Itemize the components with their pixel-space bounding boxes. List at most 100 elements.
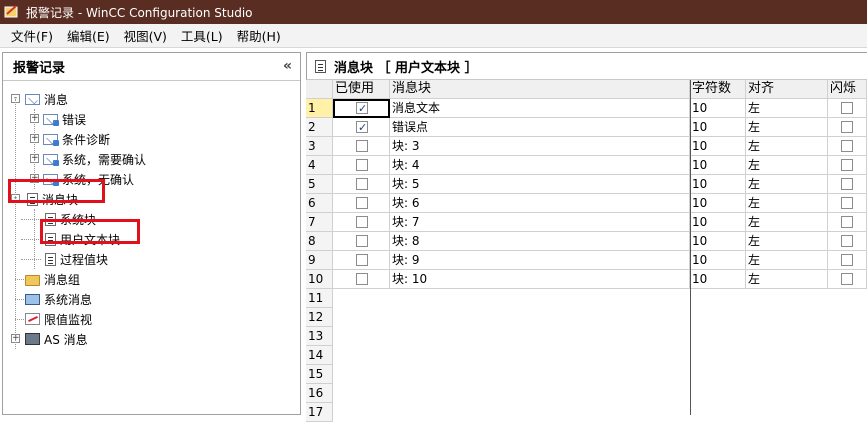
alignment-cell[interactable]: 左 — [746, 118, 828, 137]
alignment-cell[interactable]: 左 — [746, 270, 828, 289]
used-checkbox[interactable] — [356, 197, 368, 209]
blink-cell[interactable] — [828, 213, 867, 232]
column-header[interactable]: 闪烁 — [828, 80, 867, 99]
blink-checkbox[interactable] — [841, 254, 853, 266]
row-number[interactable]: 13 — [306, 327, 333, 346]
char-count-cell[interactable]: 10 — [690, 118, 746, 137]
message-block-name[interactable]: 块: 4 — [390, 156, 690, 175]
blink-checkbox[interactable] — [841, 121, 853, 133]
row-number[interactable]: 10 — [306, 270, 333, 289]
menu-help[interactable]: 帮助(H) — [230, 26, 288, 45]
alignment-cell[interactable]: 左 — [746, 232, 828, 251]
alignment-cell[interactable]: 左 — [746, 156, 828, 175]
tree-item[interactable]: 过程值块 — [43, 249, 108, 269]
table-row[interactable]: 12 — [306, 308, 867, 327]
blink-cell[interactable] — [828, 118, 867, 137]
used-cell[interactable] — [333, 175, 390, 194]
char-count-cell[interactable]: 10 — [690, 175, 746, 194]
used-cell[interactable] — [333, 270, 390, 289]
row-number[interactable]: 11 — [306, 289, 333, 308]
used-cell[interactable] — [333, 232, 390, 251]
tree-item[interactable]: 系统，无确认 — [43, 169, 134, 189]
used-checkbox[interactable] — [356, 235, 368, 247]
blink-cell[interactable] — [828, 194, 867, 213]
used-cell[interactable] — [333, 99, 390, 118]
row-number[interactable]: 2 — [306, 118, 333, 137]
column-header[interactable]: 对齐 — [746, 80, 828, 99]
alignment-cell[interactable]: 左 — [746, 194, 828, 213]
table-row[interactable]: 9 块: 9 10 左 — [306, 251, 867, 270]
menu-view[interactable]: 视图(V) — [117, 26, 174, 45]
tree-item[interactable]: 系统，需要确认 — [43, 149, 146, 169]
used-cell[interactable] — [333, 194, 390, 213]
char-count-cell[interactable]: 10 — [690, 99, 746, 118]
collapse-panel-button[interactable]: « — [283, 58, 292, 74]
table-row[interactable]: 17 — [306, 403, 867, 422]
row-number[interactable]: 12 — [306, 308, 333, 327]
table-row[interactable]: 8 块: 8 10 左 — [306, 232, 867, 251]
blink-cell[interactable] — [828, 270, 867, 289]
table-row[interactable]: 15 — [306, 365, 867, 384]
alignment-cell[interactable]: 左 — [746, 137, 828, 156]
table-row[interactable]: 6 块: 6 10 左 — [306, 194, 867, 213]
table-row[interactable]: 10 块: 10 10 左 — [306, 270, 867, 289]
tree-item[interactable]: 消息组 — [25, 269, 80, 289]
table-row[interactable]: 4 块: 4 10 左 — [306, 156, 867, 175]
used-cell[interactable] — [333, 213, 390, 232]
used-cell[interactable] — [333, 156, 390, 175]
blink-checkbox[interactable] — [841, 273, 853, 285]
menu-edit[interactable]: 编辑(E) — [60, 26, 117, 45]
blink-cell[interactable] — [828, 156, 867, 175]
used-cell[interactable] — [333, 137, 390, 156]
tree-item[interactable]: 条件诊断 — [43, 129, 110, 149]
table-row[interactable]: 3 块: 3 10 左 — [306, 137, 867, 156]
blink-checkbox[interactable] — [841, 216, 853, 228]
blink-checkbox[interactable] — [841, 102, 853, 114]
used-checkbox[interactable] — [356, 100, 368, 117]
used-checkbox[interactable] — [356, 140, 368, 152]
tree-item[interactable]: 系统消息 — [25, 289, 92, 309]
message-block-name[interactable]: 块: 6 — [390, 194, 690, 213]
row-number[interactable]: 7 — [306, 213, 333, 232]
row-number[interactable]: 1 — [306, 99, 333, 118]
tree-item[interactable]: 限值监视 — [25, 309, 92, 329]
message-block-name[interactable]: 块: 8 — [390, 232, 690, 251]
char-count-cell[interactable]: 10 — [690, 213, 746, 232]
column-header[interactable]: 已使用 — [333, 80, 390, 99]
table-row[interactable]: 13 — [306, 327, 867, 346]
blink-checkbox[interactable] — [841, 178, 853, 190]
tree-item[interactable]: 系统块 — [43, 209, 96, 229]
char-count-cell[interactable]: 10 — [690, 137, 746, 156]
column-header[interactable]: 字符数 — [690, 80, 746, 99]
tree-item[interactable]: AS 消息 — [25, 329, 88, 349]
tree-item[interactable]: 消息 — [25, 89, 68, 109]
alignment-cell[interactable]: 左 — [746, 251, 828, 270]
char-count-cell[interactable]: 10 — [690, 232, 746, 251]
table-row[interactable]: 1 消息文本10左 — [306, 99, 867, 118]
table-row[interactable]: 14 — [306, 346, 867, 365]
row-header-corner[interactable] — [306, 80, 333, 99]
char-count-cell[interactable]: 10 — [690, 270, 746, 289]
used-cell[interactable] — [333, 118, 390, 137]
table-row[interactable]: 7 块: 7 10 左 — [306, 213, 867, 232]
row-number[interactable]: 16 — [306, 384, 333, 403]
tree-item[interactable]: 消息块 — [25, 189, 78, 209]
message-block-name[interactable]: 块: 10 — [390, 270, 690, 289]
row-number[interactable]: 6 — [306, 194, 333, 213]
row-number[interactable]: 15 — [306, 365, 333, 384]
table-row[interactable]: 5 块: 5 10 左 — [306, 175, 867, 194]
used-checkbox[interactable] — [356, 178, 368, 190]
blink-checkbox[interactable] — [841, 159, 853, 171]
message-block-name[interactable]: 块: 7 — [390, 213, 690, 232]
char-count-cell[interactable]: 10 — [690, 156, 746, 175]
column-header[interactable]: 消息块 — [390, 80, 690, 99]
alignment-cell[interactable]: 左 — [746, 213, 828, 232]
message-block-name[interactable]: 块: 9 — [390, 251, 690, 270]
row-number[interactable]: 4 — [306, 156, 333, 175]
table-row[interactable]: 16 — [306, 384, 867, 403]
used-checkbox[interactable] — [356, 254, 368, 266]
row-number[interactable]: 5 — [306, 175, 333, 194]
used-checkbox[interactable] — [356, 159, 368, 171]
char-count-cell[interactable]: 10 — [690, 251, 746, 270]
blink-checkbox[interactable] — [841, 235, 853, 247]
